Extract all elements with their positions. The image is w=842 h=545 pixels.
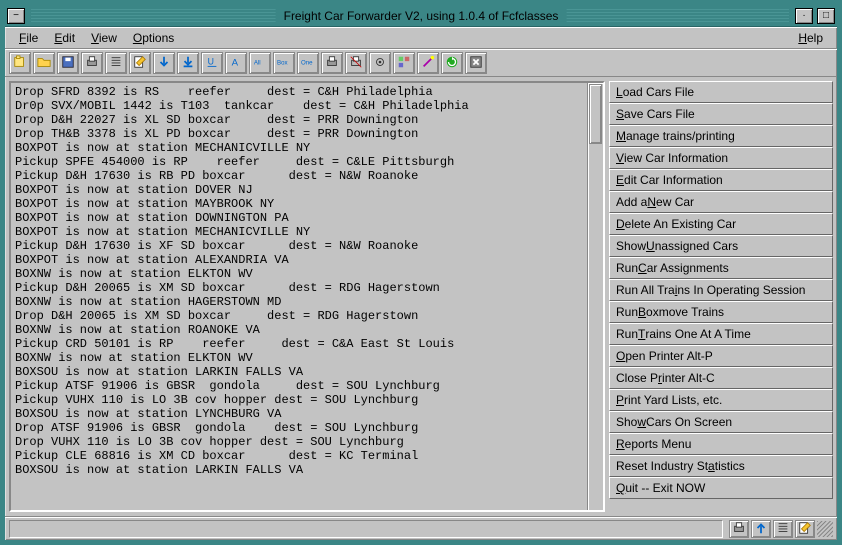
- side-button-17[interactable]: Reset Industry Statistics: [609, 455, 833, 477]
- wand-icon: [421, 55, 435, 71]
- status-print-button[interactable]: [729, 520, 749, 538]
- statusbar: [5, 516, 837, 540]
- list-button[interactable]: [105, 52, 127, 74]
- props-icon: [397, 55, 411, 71]
- refresh-button[interactable]: [441, 52, 463, 74]
- side-button-12[interactable]: Open Printer Alt-P: [609, 345, 833, 367]
- side-button-10[interactable]: Run Boxmove Trains: [609, 301, 833, 323]
- log-frame: Drop SFRD 8392 is RS reefer dest = C&H P…: [9, 81, 605, 512]
- box-button[interactable]: Box: [273, 52, 295, 74]
- arrow-down-bar-button[interactable]: [177, 52, 199, 74]
- arrow-down-button[interactable]: [153, 52, 175, 74]
- status-well: [9, 520, 723, 538]
- menu-file[interactable]: File: [11, 29, 46, 47]
- side-button-5[interactable]: Add a New Car: [609, 191, 833, 213]
- print-3-button[interactable]: [345, 52, 367, 74]
- svg-text:One: One: [301, 59, 313, 66]
- save-icon: [61, 55, 75, 71]
- window-menu-button[interactable]: −: [7, 8, 25, 24]
- edit-note-button[interactable]: [129, 52, 151, 74]
- underline-icon: U: [205, 55, 219, 71]
- print-3-icon: [349, 55, 363, 71]
- menu-help[interactable]: Help: [790, 29, 831, 47]
- print-icon: [85, 55, 99, 71]
- open-folder-icon: [37, 55, 51, 71]
- side-button-13[interactable]: Close Printer Alt-C: [609, 367, 833, 389]
- side-button-1[interactable]: Save Cars File: [609, 103, 833, 125]
- status-arrow-up-button[interactable]: [751, 520, 771, 538]
- maximize-button[interactable]: □: [817, 8, 835, 24]
- side-button-11[interactable]: Run Trains One At A Time: [609, 323, 833, 345]
- svg-text:A: A: [232, 57, 239, 68]
- box-icon: Box: [277, 55, 291, 71]
- refresh-icon: [445, 55, 459, 71]
- wand-button[interactable]: [417, 52, 439, 74]
- print-2-icon: [325, 55, 339, 71]
- letter-a-button[interactable]: A: [225, 52, 247, 74]
- side-button-15[interactable]: Show Cars On Screen: [609, 411, 833, 433]
- side-button-16[interactable]: Reports Menu: [609, 433, 833, 455]
- titlebar: − Freight Car Forwarder V2, using 1.0.4 …: [5, 5, 837, 27]
- main-window: − Freight Car Forwarder V2, using 1.0.4 …: [3, 3, 839, 542]
- svg-text:Box: Box: [277, 59, 288, 66]
- side-button-18[interactable]: Quit -- Exit NOW: [609, 477, 833, 499]
- edit-icon: [798, 521, 812, 537]
- open-file-icon: [13, 55, 27, 71]
- print-button[interactable]: [81, 52, 103, 74]
- arrow-up-icon: [754, 521, 768, 537]
- edit-note-icon: [133, 55, 147, 71]
- open-folder-button[interactable]: [33, 52, 55, 74]
- settings-icon: [373, 55, 387, 71]
- menubar: File Edit View Options Help: [5, 27, 837, 49]
- list-icon: [776, 521, 790, 537]
- log-scrollbar[interactable]: [587, 83, 603, 510]
- save-button[interactable]: [57, 52, 79, 74]
- side-button-7[interactable]: Show Unassigned Cars: [609, 235, 833, 257]
- main-area: Drop SFRD 8392 is RS reefer dest = C&H P…: [5, 77, 837, 516]
- menu-view[interactable]: View: [83, 29, 125, 47]
- one-button[interactable]: One: [297, 52, 319, 74]
- all-icon: All: [253, 55, 267, 71]
- one-icon: One: [301, 55, 315, 71]
- side-button-2[interactable]: Manage trains/printing: [609, 125, 833, 147]
- scroll-thumb[interactable]: [589, 84, 602, 144]
- side-button-0[interactable]: Load Cars File: [609, 81, 833, 103]
- window-title: Freight Car Forwarder V2, using 1.0.4 of…: [276, 9, 567, 23]
- side-button-9[interactable]: Run All Trains In Operating Session: [609, 279, 833, 301]
- open-file-button[interactable]: [9, 52, 31, 74]
- underline-button[interactable]: U: [201, 52, 223, 74]
- arrow-down-bar-icon: [181, 55, 195, 71]
- all-button[interactable]: All: [249, 52, 271, 74]
- log-output: Drop SFRD 8392 is RS reefer dest = C&H P…: [11, 83, 587, 510]
- side-panel: Load Cars FileSave Cars FileManage train…: [609, 81, 833, 512]
- close-icon: [469, 55, 483, 71]
- side-button-4[interactable]: Edit Car Information: [609, 169, 833, 191]
- side-button-14[interactable]: Print Yard Lists, etc.: [609, 389, 833, 411]
- minimize-button[interactable]: ·: [795, 8, 813, 24]
- props-button[interactable]: [393, 52, 415, 74]
- toolbar: U A All Box One: [5, 49, 837, 77]
- menu-options[interactable]: Options: [125, 29, 182, 47]
- status-edit-button[interactable]: [795, 520, 815, 538]
- close-button[interactable]: [465, 52, 487, 74]
- side-button-3[interactable]: View Car Information: [609, 147, 833, 169]
- svg-text:U: U: [208, 56, 214, 66]
- settings-button[interactable]: [369, 52, 391, 74]
- print-icon: [732, 521, 746, 537]
- status-icon-group: [729, 520, 815, 538]
- resize-handle[interactable]: [817, 521, 833, 537]
- status-list-button[interactable]: [773, 520, 793, 538]
- menu-edit[interactable]: Edit: [46, 29, 83, 47]
- svg-text:All: All: [254, 59, 261, 66]
- side-button-6[interactable]: Delete An Existing Car: [609, 213, 833, 235]
- side-button-8[interactable]: Run Car Assignments: [609, 257, 833, 279]
- print-2-button[interactable]: [321, 52, 343, 74]
- arrow-down-icon: [157, 55, 171, 71]
- letter-a-icon: A: [229, 55, 243, 71]
- list-icon: [109, 55, 123, 71]
